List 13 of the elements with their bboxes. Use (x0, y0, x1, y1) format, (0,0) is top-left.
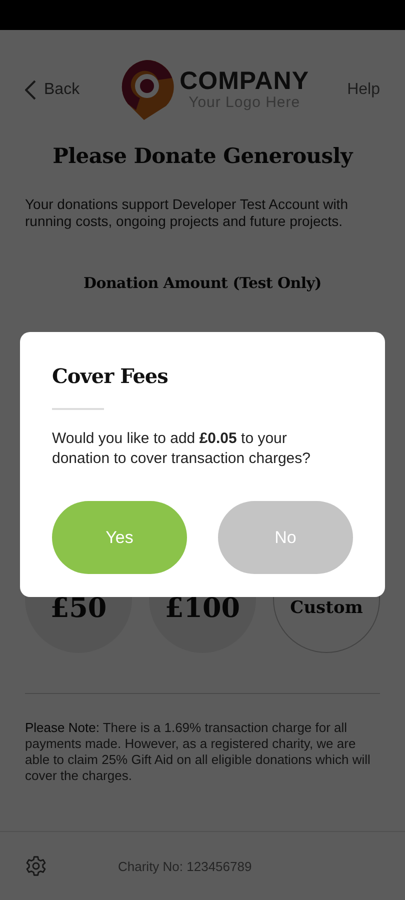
intro-text: Your donations support Developer Test Account with running costs, ongoing projects and future projects. (25, 196, 349, 230)
help-link[interactable]: Help (347, 81, 380, 99)
section-heading: Donation Amount (Test Only) (82, 274, 322, 292)
chevron-left-icon (25, 80, 36, 100)
yes-button[interactable]: Yes (52, 501, 187, 574)
settings-icon[interactable] (25, 855, 47, 877)
page-title: Please Donate Generously (52, 143, 354, 168)
logo-name: COMPANY (180, 68, 310, 94)
note-text: Please Note: There is a 1.69% transaction charge for all payments made. However, as a registered charity, we are able to claim 25% Gift Aid on all eligible donations which will cover the charges. (25, 720, 372, 784)
dialog-title: Cover Fees (52, 363, 169, 390)
dialog-message: Would you like to add £0.05 to your donation to cover transaction charges? (52, 429, 312, 469)
no-button[interactable]: No (218, 501, 353, 574)
back-button[interactable]: Back (25, 80, 80, 100)
